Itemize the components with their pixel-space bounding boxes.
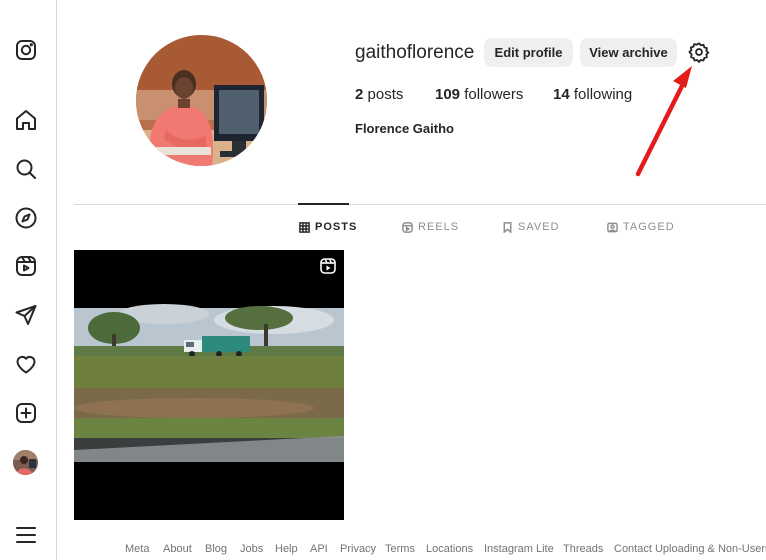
post-image	[74, 250, 344, 520]
create-icon[interactable]	[12, 399, 40, 427]
footer-link-instagram-lite[interactable]: Instagram Lite	[484, 543, 554, 555]
following-count-value: 14	[553, 86, 570, 103]
sidebar	[0, 0, 57, 560]
footer-link-api[interactable]: API	[310, 543, 328, 555]
tab-tagged-label: TAGGED	[623, 221, 675, 233]
tabs-divider	[74, 204, 766, 205]
grid-icon	[299, 221, 310, 233]
footer-link-contact-uploading[interactable]: Contact Uploading & Non-Users	[614, 543, 766, 555]
reels-icon	[402, 221, 413, 233]
instagram-icon[interactable]	[12, 36, 40, 64]
following-count-label: following	[573, 86, 633, 103]
gear-icon[interactable]	[688, 41, 710, 63]
footer-link-privacy[interactable]: Privacy	[340, 543, 376, 555]
explore-icon[interactable]	[12, 204, 40, 232]
tab-posts[interactable]: POSTS	[299, 221, 357, 233]
followers-count[interactable]: 109 followers	[435, 86, 523, 103]
tagged-icon	[607, 222, 618, 232]
following-count[interactable]: 14 following	[553, 86, 632, 103]
annotation-arrowhead	[673, 66, 692, 88]
tab-reels[interactable]: REELS	[402, 221, 459, 233]
followers-count-value: 109	[435, 86, 461, 103]
followers-count-label: followers	[464, 86, 524, 103]
search-icon[interactable]	[12, 155, 40, 183]
view-archive-button[interactable]: View archive	[580, 38, 677, 67]
annotation-arrow-shaft	[635, 81, 686, 177]
profile-avatar[interactable]	[13, 450, 38, 475]
footer-link-help[interactable]: Help	[275, 543, 298, 555]
tab-saved-label: SAVED	[518, 221, 560, 233]
reels-icon[interactable]	[12, 252, 40, 280]
posts-count-label: posts	[367, 86, 404, 103]
profile-picture[interactable]	[136, 35, 267, 166]
username: gaithoflorence	[355, 42, 475, 63]
notifications-icon[interactable]	[12, 350, 40, 378]
post-thumbnail[interactable]	[74, 250, 344, 520]
footer-link-terms[interactable]: Terms	[385, 543, 415, 555]
footer-link-threads[interactable]: Threads	[563, 543, 603, 555]
tab-tagged[interactable]: TAGGED	[607, 221, 675, 233]
edit-profile-button[interactable]: Edit profile	[484, 38, 573, 67]
footer-link-meta[interactable]: Meta	[125, 543, 149, 555]
footer-link-about[interactable]: About	[163, 543, 192, 555]
footer-link-locations[interactable]: Locations	[426, 543, 473, 555]
active-tab-indicator	[298, 203, 349, 205]
bookmark-icon	[503, 221, 512, 233]
home-icon[interactable]	[12, 106, 40, 134]
tab-posts-label: POSTS	[315, 221, 358, 233]
messages-icon[interactable]	[12, 301, 40, 329]
footer-link-jobs[interactable]: Jobs	[240, 543, 263, 555]
full-name: Florence Gaitho	[355, 121, 454, 136]
posts-count-value: 2	[355, 86, 364, 103]
footer: Meta About Blog Jobs Help API Privacy Te…	[0, 543, 766, 557]
tab-saved[interactable]: SAVED	[502, 221, 559, 233]
footer-link-blog[interactable]: Blog	[205, 543, 227, 555]
posts-count: 2 posts	[355, 86, 403, 103]
tab-reels-label: REELS	[418, 221, 460, 233]
reel-badge-icon	[320, 258, 336, 274]
